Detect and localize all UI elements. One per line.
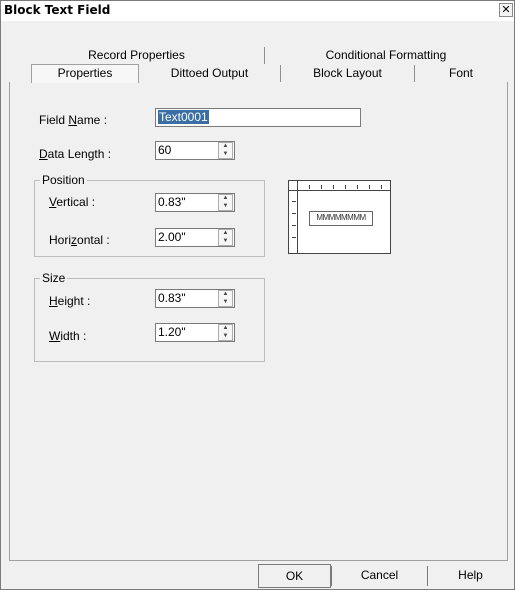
spin-up-icon[interactable]: ▲ [221,291,230,298]
tab-label: Dittoed Output [170,66,249,80]
tab-label: Font [448,66,473,80]
spin-down-icon[interactable]: ▼ [221,299,230,306]
height-spinner[interactable]: ▲ ▼ [218,290,233,307]
window-title: Block Text Field [4,3,111,17]
tab-row-back: Record Properties Conditional Formatting [9,47,508,64]
help-button[interactable]: Help [428,564,513,588]
vertical-spinner[interactable]: ▲ ▼ [218,194,233,211]
tab-label: Record Properties [88,48,185,62]
spin-down-icon[interactable]: ▼ [221,238,230,245]
tab-block-layout[interactable]: Block Layout [281,65,415,82]
spin-up-icon[interactable]: ▲ [221,195,230,202]
height-label: Height : [49,294,91,308]
position-group-label: Position [40,173,87,187]
spin-up-icon[interactable]: ▲ [221,143,230,150]
horizontal-ruler [289,181,390,191]
vertical-ruler [289,181,298,253]
vertical-label: Vertical : [49,195,96,209]
data-length-spinner[interactable]: ▲ ▼ [218,142,233,159]
spin-down-icon[interactable]: ▼ [221,203,230,210]
tab-label: Conditional Formatting [325,48,447,62]
tab-font[interactable]: Font [415,65,507,82]
spin-down-icon[interactable]: ▼ [221,151,230,158]
field-preview-sample: MMMMMMMM [309,211,373,226]
tab-label: Properties [57,66,113,80]
field-name-label: Field Name : [39,113,108,127]
size-group-label: Size [40,271,68,285]
tab-conditional-formatting[interactable]: Conditional Formatting [265,47,507,64]
width-spinner[interactable]: ▲ ▼ [218,324,233,341]
horizontal-label: Horizontal : [49,233,110,247]
horizontal-spinner[interactable]: ▲ ▼ [218,229,233,246]
width-label: Width : [49,329,87,343]
title-bar: Block Text Field ✕ [1,1,514,21]
tab-row-front: Properties Dittoed Output Block Layout F… [9,64,508,83]
layout-preview: MMMMMMMM [288,180,391,254]
tab-record-properties[interactable]: Record Properties [9,47,265,64]
spin-up-icon[interactable]: ▲ [221,230,230,237]
data-length-label: Data Length : [39,147,112,161]
cancel-button[interactable]: Cancel [332,564,427,588]
tab-label: Block Layout [313,66,382,80]
block-text-field-dialog: Block Text Field ✕ Record Properties Con… [0,0,515,590]
ok-button[interactable]: OK [258,564,331,588]
button-bar: OK Cancel Help [1,564,514,589]
field-name-input[interactable]: Text0001 [155,108,361,127]
spin-up-icon[interactable]: ▲ [221,325,230,332]
spin-down-icon[interactable]: ▼ [221,333,230,340]
tab-properties[interactable]: Properties [31,64,139,83]
tab-dittoed-output[interactable]: Dittoed Output [139,65,281,82]
close-icon[interactable]: ✕ [499,3,513,17]
